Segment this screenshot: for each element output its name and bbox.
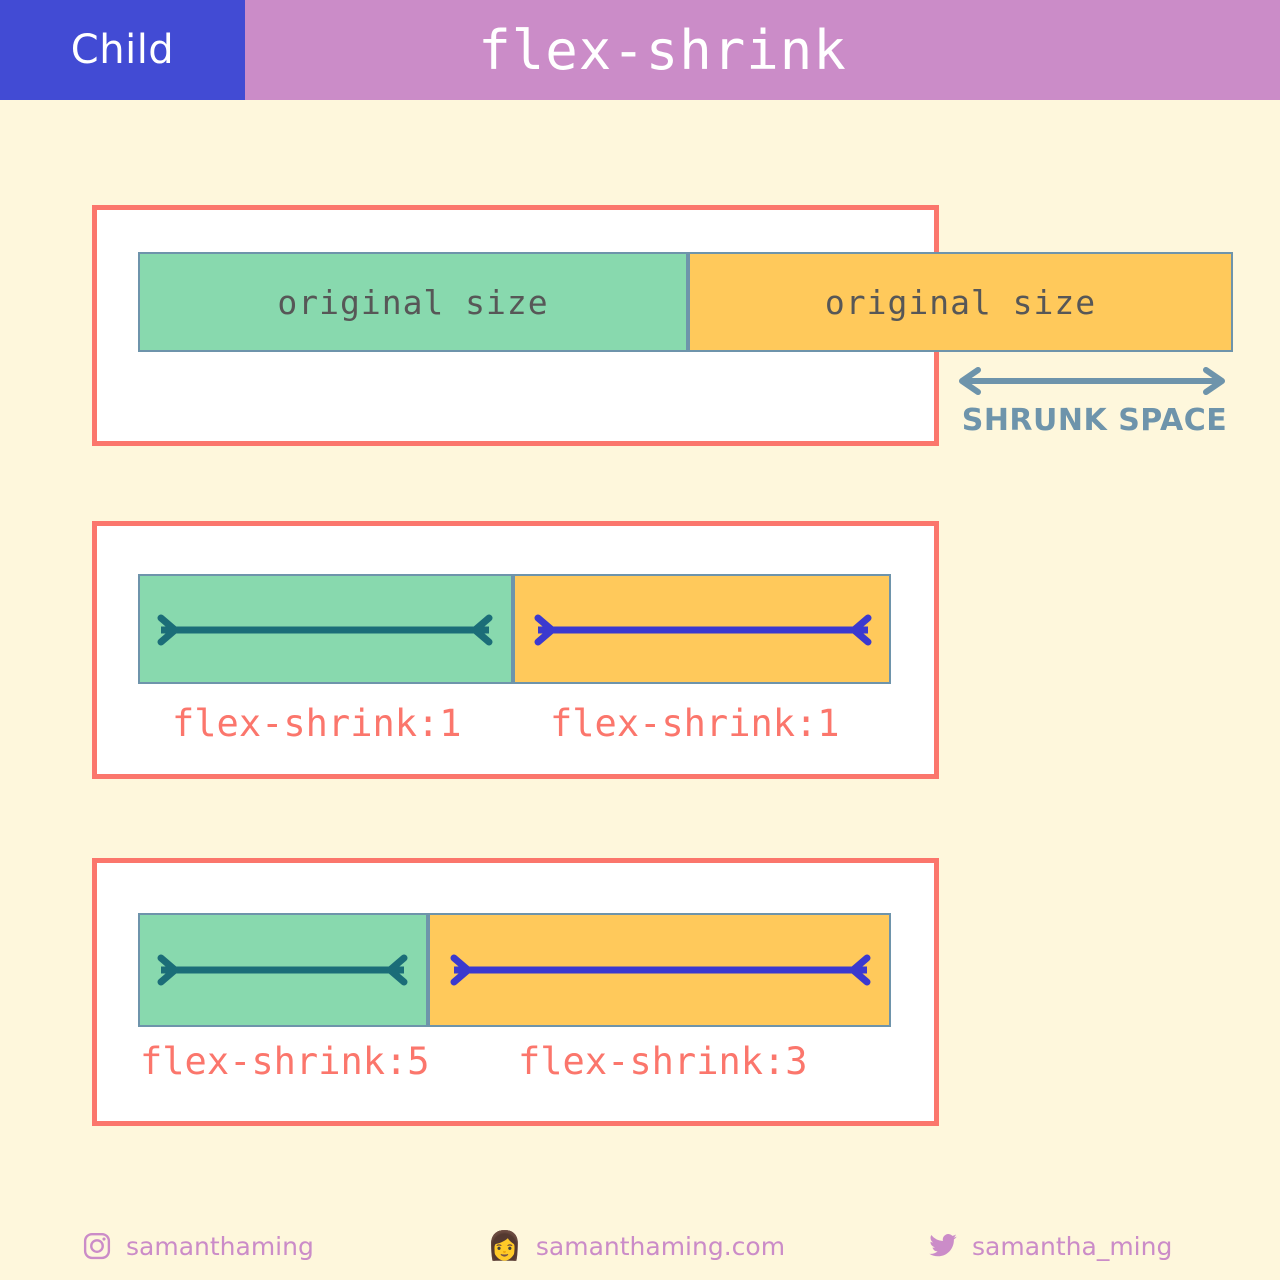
inward-arrow-icon — [157, 954, 408, 986]
header-badge-child: Child — [0, 0, 245, 100]
footer-twitter-link[interactable]: samantha_ming — [928, 1231, 1172, 1261]
page-footer: samanthaming 👩 samanthaming.com samantha… — [0, 1218, 1280, 1274]
shrink-caption-yellow: flex-shrink:1 — [550, 702, 840, 745]
shrink-caption-green: flex-shrink:1 — [172, 702, 462, 745]
page-title: flex-shrink — [478, 18, 847, 82]
avatar-icon: 👩 — [487, 1229, 522, 1262]
shrunk-space-arrow-icon — [959, 367, 1225, 395]
flex-item-green-original: original size — [138, 252, 688, 352]
page-header: Child flex-shrink — [0, 0, 1280, 100]
footer-instagram-label: samanthaming — [126, 1231, 314, 1261]
shrink-caption-green: flex-shrink:5 — [140, 1040, 430, 1083]
footer-website-label: samanthaming.com — [535, 1231, 786, 1261]
flex-item-yellow-original: original size — [688, 252, 1233, 352]
inward-arrow-icon — [157, 614, 493, 646]
footer-twitter-label: samantha_ming — [972, 1231, 1173, 1261]
footer-instagram-link[interactable]: samanthaming — [82, 1231, 314, 1261]
shrink-caption-yellow: flex-shrink:3 — [518, 1040, 808, 1083]
shrunk-space-label: SHRUNK SPACE — [961, 403, 1228, 438]
footer-website-link[interactable]: 👩 samanthaming.com — [487, 1232, 785, 1261]
instagram-icon — [83, 1232, 111, 1260]
inward-arrow-icon — [450, 954, 871, 986]
twitter-icon — [929, 1234, 957, 1257]
flex-item-label: original size — [824, 282, 1097, 322]
inward-arrow-icon — [534, 614, 872, 646]
flex-item-label: original size — [277, 282, 549, 322]
